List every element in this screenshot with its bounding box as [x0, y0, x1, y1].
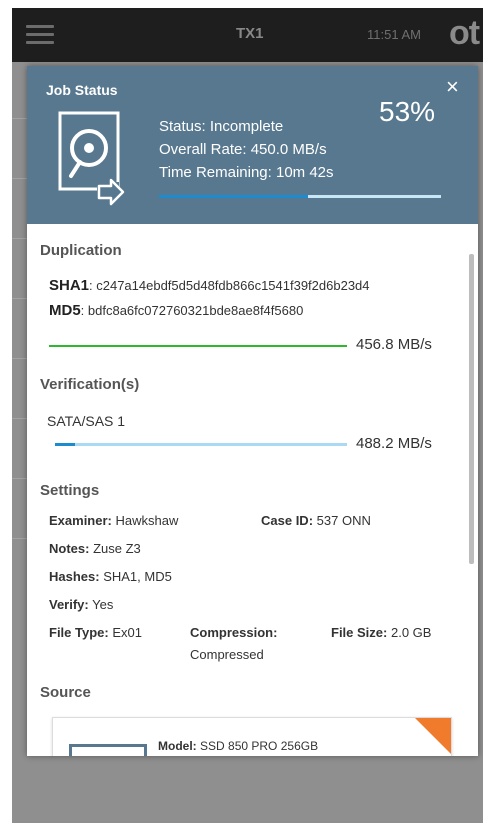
- duplication-rate: 456.8 MB/s: [356, 336, 432, 353]
- hashes-value: SHA1, MD5: [103, 569, 172, 584]
- verification-heading: Verification(s): [40, 376, 140, 393]
- sha1-label: SHA1: [49, 277, 90, 294]
- background-edge: [478, 62, 483, 823]
- source-model: Model: SSD 850 PRO 256GB: [158, 739, 318, 753]
- compression-value: Compressed: [190, 647, 264, 662]
- dialog-body[interactable]: Duplication SHA1: c247a14ebdf5d5d48fdb86…: [27, 224, 478, 756]
- close-icon[interactable]: ×: [446, 76, 459, 98]
- status-text: Status: Incomplete: [159, 118, 284, 135]
- source-drive-card[interactable]: Model: SSD 850 PRO 256GB: [52, 717, 452, 756]
- file-type-value: Ex01: [112, 625, 142, 640]
- verify-label: Verify:: [49, 597, 89, 612]
- job-status-dialog: Job Status × 53% Status: Incomplete Over…: [27, 66, 478, 756]
- md5-hash: MD5: bdfc8a6fc072760321bde8ae8f4f5680: [49, 302, 303, 319]
- hamburger-menu-icon[interactable]: [26, 25, 54, 45]
- device-title: TX1: [236, 25, 264, 42]
- md5-label: MD5: [49, 302, 81, 319]
- file-type-label: File Type:: [49, 625, 109, 640]
- duplication-progress-bar: [49, 345, 347, 347]
- notes-value: Zuse Z3: [93, 541, 141, 556]
- hard-drive-icon: [58, 111, 125, 206]
- verification-rate: 488.2 MB/s: [356, 435, 432, 452]
- examiner-label: Examiner:: [49, 513, 112, 528]
- time-remaining-text: Time Remaining: 10m 42s: [159, 164, 334, 181]
- hashes-label: Hashes:: [49, 569, 100, 584]
- file-size-value: 2.0 GB: [390, 625, 432, 640]
- notes-field: Notes: Zuse Z3: [49, 541, 141, 556]
- brand-logo: ot: [449, 14, 480, 52]
- notes-label: Notes:: [49, 541, 90, 556]
- overall-rate-text: Overall Rate: 450.0 MB/s: [159, 141, 327, 158]
- compression-label: Compression:: [190, 625, 278, 640]
- case-id-label: Case ID:: [261, 513, 314, 528]
- progress-percent: 53%: [379, 96, 436, 127]
- sha1-hash: SHA1: c247a14ebdf5d5d48fdb866c1541f39f2d…: [49, 277, 370, 294]
- settings-heading: Settings: [40, 482, 100, 499]
- case-id-value: 537 ONN: [316, 513, 371, 528]
- file-size-label: File Size:: [331, 625, 388, 640]
- hashes-field: Hashes: SHA1, MD5: [49, 569, 172, 584]
- duplication-progress-fill: [49, 345, 347, 347]
- sha1-value: : c247a14ebdf5d5d48fdb866c1541f39f2d6b23…: [89, 278, 370, 293]
- model-label: Model:: [158, 739, 197, 753]
- duplication-heading: Duplication: [40, 242, 122, 259]
- clock: 11:51 AM: [367, 27, 421, 42]
- md5-value: : bdfc8a6fc072760321bde8ae8f4f5680: [80, 303, 304, 318]
- case-id-field: Case ID: 537 ONN: [261, 513, 371, 528]
- status-corner-flag: [415, 718, 451, 754]
- source-heading: Source: [40, 684, 91, 701]
- verify-value: Yes: [92, 597, 114, 612]
- scrollbar[interactable]: [469, 254, 474, 564]
- verification-progress-bar: [55, 443, 347, 446]
- drive-icon: [69, 744, 147, 756]
- examiner-field: Examiner: Hawkshaw: [49, 513, 178, 528]
- verification-progress-fill: [55, 443, 76, 446]
- compression-field: Compression:: [190, 625, 277, 640]
- examiner-value: Hawkshaw: [115, 513, 179, 528]
- file-size-field: File Size: 2.0 GB: [331, 625, 431, 640]
- app-top-bar: TX1 11:51 AM ot: [12, 8, 483, 62]
- verify-field: Verify: Yes: [49, 597, 113, 612]
- overall-progress-fill: [159, 195, 309, 198]
- file-type-field: File Type: Ex01: [49, 625, 142, 640]
- job-stats: Status: Incomplete Overall Rate: 450.0 M…: [159, 115, 334, 184]
- model-value: SSD 850 PRO 256GB: [200, 739, 319, 753]
- job-status-header: Job Status × 53% Status: Incomplete Over…: [27, 66, 478, 224]
- verification-target: SATA/SAS 1: [47, 413, 126, 429]
- dialog-title: Job Status: [46, 82, 118, 98]
- overall-progress-bar: [159, 195, 441, 198]
